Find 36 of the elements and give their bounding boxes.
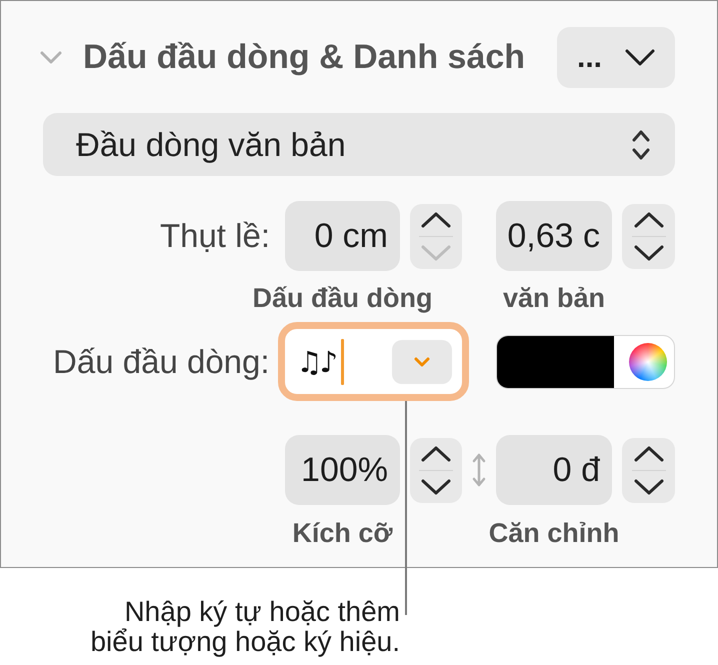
chevron-down-icon xyxy=(634,244,664,260)
chevron-down-icon xyxy=(40,51,62,64)
field-caption: văn bản xyxy=(502,284,606,312)
bullet-value: ♫♪ xyxy=(296,344,336,378)
stepper[interactable] xyxy=(410,438,462,502)
chevron-down-icon xyxy=(421,478,451,494)
field-caption: Dấu đầu dòng xyxy=(252,284,432,312)
chevron-down-icon xyxy=(625,49,655,66)
stepper[interactable] xyxy=(622,204,675,268)
vertical-arrows-icon xyxy=(472,452,486,488)
up-down-chevron-icon xyxy=(631,128,651,160)
stepper[interactable] xyxy=(622,438,675,502)
chevron-down-icon xyxy=(421,244,451,260)
section-title: Dấu đầu dòng & Danh sách xyxy=(83,38,526,77)
indent-label: Thụt lề: xyxy=(158,217,270,255)
field-caption: Căn chỉnh xyxy=(488,519,620,547)
chevron-up-icon xyxy=(421,446,451,462)
bullet-label: Dấu đầu dòng: xyxy=(52,342,270,380)
chevron-up-icon xyxy=(421,212,451,228)
more-menu-button[interactable]: ... xyxy=(557,27,675,88)
chevron-up-icon xyxy=(634,446,664,462)
color-well[interactable] xyxy=(496,334,675,388)
number-field[interactable]: 100% xyxy=(285,435,400,505)
number-field[interactable]: 0 đ xyxy=(496,435,612,505)
text-cursor-icon xyxy=(341,338,344,384)
chevron-down-icon xyxy=(414,356,430,366)
color-wheel-icon[interactable] xyxy=(629,342,668,380)
stepper[interactable] xyxy=(410,204,462,268)
bullet-input-field[interactable]: ♫♪ xyxy=(278,322,470,401)
number-field[interactable]: 0 cm xyxy=(285,201,400,271)
callout-text: Nhập ký tự hoặc thêm biểu tượng hoặc ký hiệu. xyxy=(90,597,400,657)
number-field[interactable]: 0,63 c xyxy=(496,201,612,271)
chevron-down-icon xyxy=(634,478,664,494)
chevron-up-icon xyxy=(634,212,664,228)
bullet-style-popup[interactable]: Đầu dòng văn bản xyxy=(43,113,675,176)
field-caption: Kích cỡ xyxy=(292,519,393,547)
